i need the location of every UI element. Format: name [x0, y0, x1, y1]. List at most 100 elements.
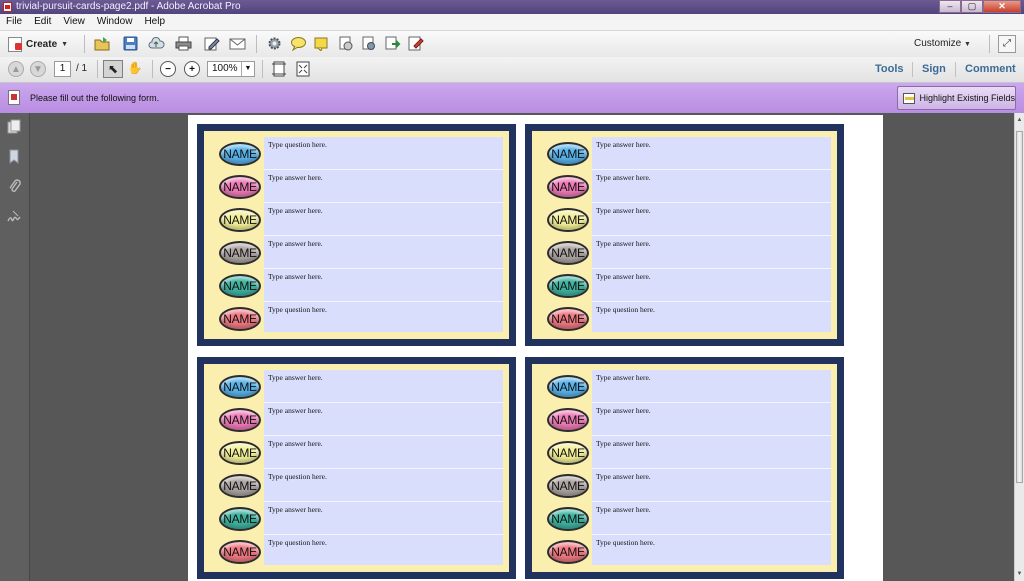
full-screen-icon[interactable]: [293, 60, 313, 78]
form-field[interactable]: Type answer here.: [264, 403, 503, 436]
comment-icon[interactable]: [290, 36, 307, 51]
attachments-icon[interactable]: [7, 179, 21, 194]
page-thumbnails-icon[interactable]: [7, 119, 21, 134]
highlight-fields-button[interactable]: Highlight Existing Fields: [897, 86, 1016, 110]
sign-doc-icon[interactable]: [407, 36, 424, 51]
tools-tab[interactable]: Tools: [875, 63, 904, 75]
zoom-select[interactable]: 100% ▼: [207, 61, 255, 77]
name-badge-green: NAME: [219, 506, 261, 531]
minimize-button[interactable]: –: [939, 0, 961, 13]
chevron-down-icon[interactable]: ▼: [241, 62, 254, 76]
export-icon[interactable]: [384, 36, 401, 51]
next-page-icon[interactable]: ▼: [30, 61, 46, 77]
fit-page-icon[interactable]: [269, 60, 289, 78]
name-badge-green: NAME: [547, 506, 589, 531]
close-button[interactable]: ✕: [983, 0, 1021, 13]
form-field[interactable]: Type answer here.: [592, 269, 831, 302]
bookmarks-icon[interactable]: [7, 149, 21, 164]
comment-tab[interactable]: Comment: [965, 63, 1016, 75]
cloud-upload-icon[interactable]: [148, 36, 165, 51]
name-badge-green: NAME: [547, 273, 589, 298]
menu-bar: File Edit View Window Help: [0, 14, 1024, 31]
create-label: Create: [26, 38, 58, 50]
menu-file[interactable]: File: [0, 14, 28, 30]
navigation-pane: [0, 113, 30, 581]
form-field[interactable]: Type question here.: [264, 469, 503, 502]
form-field[interactable]: Type question here.: [264, 535, 503, 568]
highlight-fields-icon: [903, 92, 916, 104]
form-field[interactable]: Type answer here.: [592, 137, 831, 170]
form-field[interactable]: Type answer here.: [264, 269, 503, 302]
customize-menu[interactable]: Customize ▼: [914, 38, 971, 49]
name-badge-yellow: NAME: [547, 440, 589, 465]
menu-help[interactable]: Help: [138, 14, 171, 30]
chevron-down-icon: ▼: [964, 41, 971, 48]
toolbar-divider: [955, 62, 956, 77]
expand-icon[interactable]: ⤢: [998, 35, 1016, 53]
form-field[interactable]: Type answer here.: [264, 502, 503, 535]
page-number-input[interactable]: 1: [54, 61, 71, 77]
form-field[interactable]: Type question here.: [592, 535, 831, 568]
name-badge-pink: NAME: [219, 174, 261, 199]
navigation-toolbar: ▲ ▼ 1 / 1 ⬉ ✋ − + 100% ▼ Tools Sign Comm…: [0, 57, 1024, 83]
toolbar-divider: [256, 35, 257, 53]
form-field[interactable]: Type answer here.: [592, 203, 831, 236]
menu-view[interactable]: View: [57, 14, 91, 30]
form-field[interactable]: Type answer here.: [264, 236, 503, 269]
vertical-scrollbar[interactable]: ▲ ▼: [1014, 113, 1024, 581]
menu-window[interactable]: Window: [91, 14, 139, 30]
form-field[interactable]: Type answer here.: [264, 203, 503, 236]
page-total: / 1: [76, 63, 88, 74]
form-field[interactable]: Type question here.: [592, 302, 831, 335]
form-field[interactable]: Type answer here.: [592, 370, 831, 403]
signatures-icon[interactable]: [7, 209, 21, 224]
form-field[interactable]: Type answer here.: [592, 170, 831, 203]
zoom-value: 100%: [212, 63, 238, 74]
scrollbar-thumb[interactable]: [1016, 131, 1023, 483]
form-field[interactable]: Type answer here.: [592, 436, 831, 469]
toolbar-divider: [912, 62, 913, 77]
sign-tab[interactable]: Sign: [922, 63, 946, 75]
edit-icon[interactable]: [203, 36, 220, 51]
name-badge-yellow: NAME: [219, 440, 261, 465]
window-title: trivial-pursuit-cards-page2.pdf - Adobe …: [16, 1, 241, 12]
name-badge-brown: NAME: [547, 473, 589, 498]
print-icon[interactable]: [175, 36, 192, 51]
window-controls: – ▢ ✕: [939, 0, 1021, 13]
name-badge-yellow: NAME: [547, 207, 589, 232]
form-field[interactable]: Type answer here.: [264, 436, 503, 469]
open-folder-icon[interactable]: [94, 36, 111, 51]
gear-icon[interactable]: [266, 36, 283, 51]
form-message: Please fill out the following form.: [30, 93, 160, 103]
document-settings-icon[interactable]: [360, 36, 377, 51]
form-field[interactable]: Type answer here.: [264, 370, 503, 403]
sticky-note-icon[interactable]: [313, 36, 330, 51]
scroll-down-icon[interactable]: ▼: [1015, 569, 1024, 579]
form-field[interactable]: Type answer here.: [264, 170, 503, 203]
chevron-down-icon: ▼: [61, 40, 69, 48]
name-badge-orange: NAME: [219, 539, 261, 564]
zoom-in-icon[interactable]: +: [184, 61, 200, 77]
create-pdf-icon: [8, 36, 22, 52]
name-badge-brown: NAME: [219, 240, 261, 265]
maximize-button[interactable]: ▢: [961, 0, 983, 13]
form-field[interactable]: Type question here.: [264, 302, 503, 335]
stamp-icon[interactable]: [337, 36, 354, 51]
menu-edit[interactable]: Edit: [28, 14, 57, 30]
form-field[interactable]: Type answer here.: [592, 236, 831, 269]
name-badge-blue: NAME: [547, 374, 589, 399]
zoom-out-icon[interactable]: −: [160, 61, 176, 77]
save-icon[interactable]: [122, 36, 139, 51]
previous-page-icon[interactable]: ▲: [8, 61, 24, 77]
hand-tool-icon[interactable]: ✋: [125, 60, 145, 78]
form-field[interactable]: Type answer here.: [592, 469, 831, 502]
scroll-up-icon[interactable]: ▲: [1015, 115, 1024, 125]
create-button[interactable]: Create ▼: [8, 35, 68, 53]
form-message-bar: Please fill out the following form. High…: [0, 83, 1024, 114]
form-field[interactable]: Type question here.: [264, 137, 503, 170]
form-field[interactable]: Type answer here.: [592, 403, 831, 436]
email-icon[interactable]: [229, 36, 246, 51]
select-tool-icon[interactable]: ⬉: [103, 60, 123, 78]
name-badge-orange: NAME: [219, 306, 261, 331]
form-field[interactable]: Type answer here.: [592, 502, 831, 535]
